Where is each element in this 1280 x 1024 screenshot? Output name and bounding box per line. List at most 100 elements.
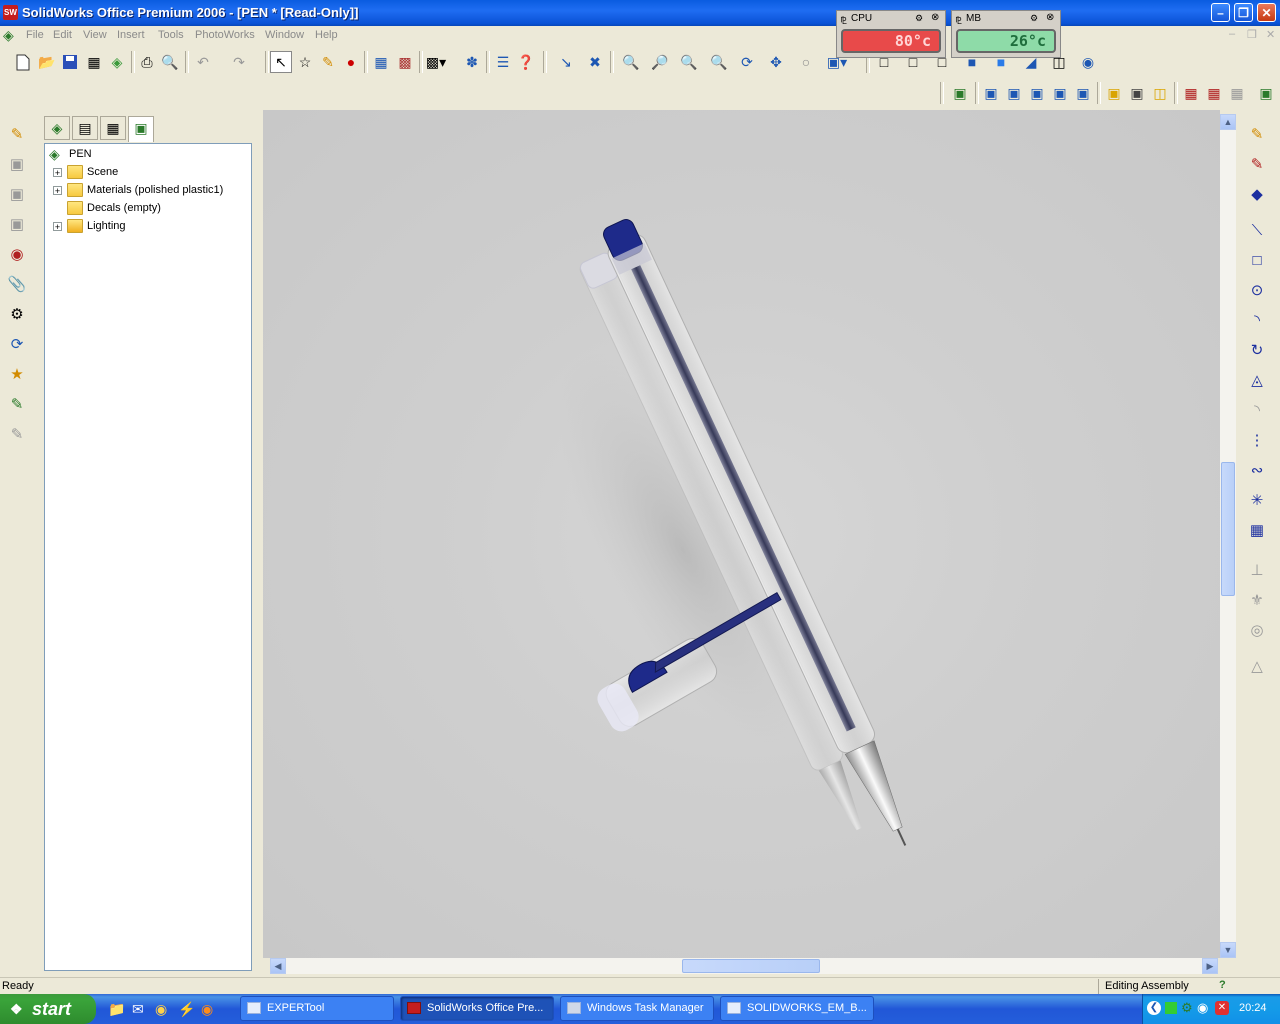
- edit-component-icon[interactable]: ✎: [6, 124, 28, 146]
- centerline-icon[interactable]: ⋮: [1246, 430, 1268, 452]
- help-icon[interactable]: ❓: [515, 51, 537, 73]
- scroll-down-arrow-icon[interactable]: ▼: [1220, 942, 1236, 958]
- tree-item-scene[interactable]: + Scene: [45, 164, 251, 182]
- doc-minimize-button[interactable]: –: [1229, 28, 1235, 40]
- sketch-fillet-icon[interactable]: ◝: [1246, 400, 1268, 422]
- explode-line-sketch-icon[interactable]: ✎: [6, 394, 28, 416]
- point-icon[interactable]: ✳: [1246, 490, 1268, 512]
- expand-icon[interactable]: +: [53, 168, 62, 178]
- hide-show-components-icon[interactable]: ▣: [6, 184, 28, 206]
- grid-options-icon[interactable]: ▦: [370, 51, 392, 73]
- solidworks-logo-icon[interactable]: SW: [3, 5, 18, 20]
- appearance-icon[interactable]: ▩: [394, 51, 416, 73]
- taskbar-button-solidworks[interactable]: SolidWorks Office Pre...: [400, 996, 554, 1021]
- maximize-button[interactable]: ❐: [1234, 3, 1253, 22]
- menu-file[interactable]: File: [26, 29, 44, 41]
- make-assembly-icon[interactable]: ◈: [106, 51, 128, 73]
- menu-edit[interactable]: Edit: [53, 29, 72, 41]
- select-other-icon[interactable]: ☆: [294, 51, 316, 73]
- decals-icon[interactable]: ▣: [1126, 82, 1148, 104]
- print-icon[interactable]: ⎙: [136, 51, 158, 73]
- sketch-icon[interactable]: ✎: [317, 51, 339, 73]
- tree-item-lighting[interactable]: + Lighting: [45, 218, 251, 236]
- render-icon[interactable]: ▣: [949, 82, 971, 104]
- section-view-icon[interactable]: ✖: [584, 51, 606, 73]
- vertical-scrollbar[interactable]: ▲ ▼: [1220, 114, 1236, 958]
- doc-close-button[interactable]: ✕: [1266, 28, 1275, 41]
- construction-geometry-icon[interactable]: ▦: [1246, 520, 1268, 542]
- tab-photoworks-manager-icon[interactable]: ▣: [128, 116, 154, 142]
- tray-network-icon[interactable]: ◉: [1197, 1000, 1208, 1016]
- print-preview-icon[interactable]: 🔍: [159, 51, 181, 73]
- photoworks-studio-icon[interactable]: ▦: [1226, 82, 1248, 104]
- explorer-quicklaunch-icon[interactable]: 📁: [108, 1001, 125, 1018]
- line-icon[interactable]: ⟍: [1246, 220, 1268, 242]
- menu-insert[interactable]: Insert: [117, 29, 145, 41]
- graphics-viewport[interactable]: [263, 110, 1220, 958]
- spline-icon[interactable]: ∾: [1246, 460, 1268, 482]
- explode-view-icon[interactable]: ★: [6, 364, 28, 386]
- properties-icon[interactable]: ☰: [492, 51, 514, 73]
- offset-entities-icon[interactable]: ◎: [1246, 620, 1268, 642]
- mate-icon[interactable]: ◉: [6, 244, 28, 266]
- insert-component-icon[interactable]: ▣: [6, 154, 28, 176]
- rotate-view-icon[interactable]: ⟳: [736, 51, 758, 73]
- tab-configuration-manager-icon[interactable]: ▦: [100, 116, 126, 140]
- start-button[interactable]: ❖ start: [0, 994, 96, 1024]
- firefox-quicklaunch-icon[interactable]: ◉: [201, 1001, 213, 1018]
- doc-restore-button[interactable]: ❐: [1247, 28, 1257, 41]
- rotate-component-icon[interactable]: ⚙: [6, 304, 28, 326]
- tree-item-materials[interactable]: + Materials (polished plastic1): [45, 182, 251, 200]
- photoworks-items-icon[interactable]: ▣: [1255, 82, 1277, 104]
- save-icon[interactable]: [59, 51, 81, 73]
- select-pointer-icon[interactable]: ↖: [270, 51, 292, 73]
- rectangle-icon[interactable]: □: [1246, 250, 1268, 272]
- lighting-icon[interactable]: ▦: [1180, 82, 1202, 104]
- render-area-icon[interactable]: ▣: [980, 82, 1002, 104]
- horizontal-scrollbar[interactable]: ◀ ▶: [270, 958, 1218, 974]
- centerpoint-arc-icon[interactable]: ◝: [1246, 310, 1268, 332]
- scroll-left-arrow-icon[interactable]: ◀: [270, 958, 286, 974]
- menu-help[interactable]: Help: [315, 29, 338, 41]
- title-bar[interactable]: SW SolidWorks Office Premium 2006 - [PEN…: [0, 0, 1280, 26]
- menu-view[interactable]: View: [83, 29, 107, 41]
- tray-tool-icon[interactable]: ⚙: [1181, 1000, 1193, 1016]
- email-quicklaunch-icon[interactable]: ✉: [132, 1001, 144, 1018]
- expand-icon[interactable]: +: [53, 222, 62, 232]
- render-options-icon[interactable]: ▣: [1072, 82, 1094, 104]
- menu-tools[interactable]: Tools: [158, 29, 184, 41]
- measure-icon[interactable]: ↘: [555, 51, 577, 73]
- make-drawing-icon[interactable]: ▦: [83, 51, 105, 73]
- gadget-close-icon[interactable]: ⊗: [1046, 12, 1054, 23]
- status-help-icon[interactable]: ?: [1219, 979, 1226, 991]
- tab-property-manager-icon[interactable]: ▤: [72, 116, 98, 140]
- mirror-entities-icon[interactable]: △: [1246, 656, 1268, 678]
- scroll-right-arrow-icon[interactable]: ▶: [1202, 958, 1218, 974]
- media-player-quicklaunch-icon[interactable]: ◉: [155, 1001, 167, 1018]
- cpu-temperature-gadget[interactable]: ⅊ CPU ⚙ ⊗ 80°c: [836, 10, 946, 58]
- undo-icon[interactable]: ↶: [192, 51, 214, 73]
- tray-monitor-icon[interactable]: [1165, 1002, 1177, 1014]
- new-document-icon[interactable]: [12, 51, 34, 73]
- pen-model-render[interactable]: [263, 110, 1220, 958]
- tray-security-icon[interactable]: ✕: [1215, 1001, 1229, 1015]
- mb-temperature-gadget[interactable]: ⅊ MB ⚙ ⊗ 26°c: [951, 10, 1061, 58]
- clock[interactable]: 20:24: [1239, 1002, 1267, 1014]
- change-suppression-icon[interactable]: ▣: [6, 214, 28, 236]
- options-dropdown-icon[interactable]: ▩▾: [425, 51, 447, 73]
- taskbar-button-expertool[interactable]: EXPERTool: [240, 996, 394, 1021]
- realview-icon[interactable]: ◉: [1077, 51, 1099, 73]
- vertical-scroll-thumb[interactable]: [1221, 462, 1235, 596]
- menu-photoworks[interactable]: PhotoWorks: [195, 29, 255, 41]
- zoom-to-fit-icon[interactable]: 🔍: [620, 51, 642, 73]
- tree-item-decals[interactable]: Decals (empty): [45, 200, 251, 218]
- document-cube-icon[interactable]: ◈: [3, 27, 20, 44]
- render-last-icon[interactable]: ▣: [1026, 82, 1048, 104]
- sketch-icon[interactable]: ✎: [1246, 124, 1268, 146]
- display-relations-icon[interactable]: ⚜: [1246, 590, 1268, 612]
- roll-view-icon[interactable]: ○: [795, 51, 817, 73]
- expand-icon[interactable]: +: [53, 186, 62, 196]
- zoom-to-area-icon[interactable]: 🔎: [649, 51, 671, 73]
- gadget-settings-icon[interactable]: ⚙: [1030, 13, 1038, 24]
- menu-window[interactable]: Window: [265, 29, 304, 41]
